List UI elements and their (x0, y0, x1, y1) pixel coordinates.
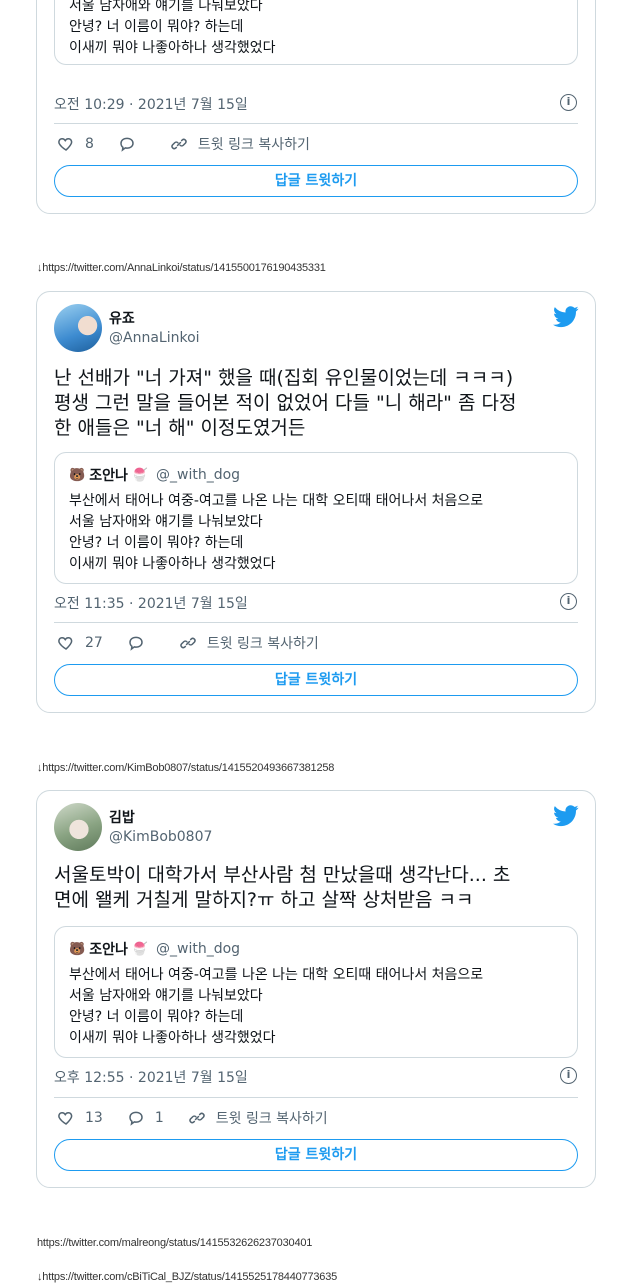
quoted-tweet-text: 부산에서 태어나 여중-여고를 나온 나는 대학 오티때 태어나서 처음으로 서… (69, 0, 276, 56)
like-button[interactable]: 8 (57, 135, 94, 153)
quoted-author-name: 조안나 (89, 468, 128, 484)
divider (54, 1097, 578, 1098)
like-count: 8 (85, 136, 94, 152)
author-name[interactable]: 유죠 (109, 308, 135, 328)
tweet-timestamp[interactable]: 오전 10:29 · 2021년 7월 15일 (54, 94, 248, 114)
reply-icon-button[interactable] (118, 135, 146, 153)
copy-link-button[interactable]: 트윗 링크 복사하기 (179, 633, 319, 653)
quoted-tweet[interactable]: 🐻 조안나 🍧 @_with_dog 부산에서 태어나 여중-여고를 나온 나는… (54, 926, 578, 1058)
quoted-author-handle: @_with_dog (156, 941, 241, 957)
bear-emoji-icon: 🐻 (69, 467, 86, 483)
shaved-ice-emoji-icon: 🍧 (131, 467, 149, 483)
author-handle[interactable]: @AnnaLinkoi (109, 330, 200, 346)
like-button[interactable]: 27 (57, 634, 103, 652)
tweet-card: 유죠 @AnnaLinkoi 난 선배가 "너 가져" 했을 때(집회 유인물이… (36, 291, 596, 713)
shaved-ice-emoji-icon: 🍧 (131, 941, 149, 957)
tweet-actions: 13 1 트윗 링크 복사하기 (57, 1108, 352, 1128)
copy-link-label: 트윗 링크 복사하기 (197, 137, 310, 153)
quoted-author-name: 조안나 (89, 942, 128, 958)
tweet-text: 서울토박이 대학가서 부산사람 첨 만났을때 생각난다... 초 면에 왤케 거… (54, 864, 511, 911)
tweet-actions: 8 트윗 링크 복사하기 (57, 134, 334, 154)
quoted-tweet[interactable]: 부산에서 태어나 여중-여고를 나온 나는 대학 오티때 태어나서 처음으로 서… (54, 0, 578, 65)
copy-link-label: 트윗 링크 복사하기 (215, 1111, 328, 1127)
info-icon[interactable]: i (560, 593, 577, 610)
source-link[interactable]: ↓https://twitter.com/KimBob0807/status/1… (37, 762, 334, 774)
tweet-actions: 27 트윗 링크 복사하기 (57, 633, 343, 653)
reply-count: 1 (154, 1110, 164, 1126)
avatar[interactable] (54, 803, 102, 851)
quoted-author-handle: @_with_dog (156, 467, 241, 483)
divider (54, 123, 578, 124)
reply-tweet-button[interactable]: 답글 트윗하기 (54, 165, 578, 197)
link-icon (189, 1112, 205, 1124)
quoted-tweet-header: 🐻 조안나 🍧 @_with_dog (69, 465, 240, 485)
avatar[interactable] (54, 304, 102, 352)
tweet-card: 김밥 @KimBob0807 서울토박이 대학가서 부산사람 첨 만났을때 생각… (36, 790, 596, 1188)
divider (54, 622, 578, 623)
copy-link-button[interactable]: 트윗 링크 복사하기 (170, 134, 310, 154)
comment-icon (129, 636, 143, 651)
copy-link-button[interactable]: 트윗 링크 복사하기 (188, 1108, 328, 1128)
author-name[interactable]: 김밥 (109, 807, 135, 827)
reply-tweet-button[interactable]: 답글 트윗하기 (54, 664, 578, 696)
info-icon[interactable]: i (560, 94, 577, 111)
link-icon (180, 637, 196, 649)
like-button[interactable]: 13 (57, 1109, 103, 1127)
comment-icon (129, 1111, 143, 1126)
source-link[interactable]: ↓https://twitter.com/cBiTiCal_BJZ/status… (37, 1271, 337, 1283)
reply-icon-button[interactable] (127, 634, 155, 652)
heart-icon (58, 137, 73, 151)
like-count: 13 (85, 1110, 103, 1126)
quoted-tweet-header: 🐻 조안나 🍧 @_with_dog (69, 939, 240, 959)
tweet-timestamp[interactable]: 오후 12:55 · 2021년 7월 15일 (54, 1067, 248, 1087)
info-icon[interactable]: i (560, 1067, 577, 1084)
link-icon (171, 138, 187, 150)
like-count: 27 (85, 635, 103, 651)
tweet-card-partial: 부산에서 태어나 여중-여고를 나온 나는 대학 오티때 태어나서 처음으로 서… (36, 0, 596, 214)
copy-link-label: 트윗 링크 복사하기 (206, 636, 319, 652)
twitter-bird-icon[interactable] (553, 805, 579, 827)
heart-icon (58, 1111, 73, 1125)
tweet-text: 난 선배가 "너 가져" 했을 때(집회 유인물이었는데 ㅋㅋㅋ) 평생 그런 … (54, 367, 517, 439)
bear-emoji-icon: 🐻 (69, 941, 86, 957)
twitter-bird-icon[interactable] (553, 306, 579, 328)
author-handle[interactable]: @KimBob0807 (109, 829, 212, 845)
heart-icon (58, 636, 73, 650)
quoted-tweet-text: 부산에서 태어나 여중-여고를 나온 나는 대학 오티때 태어나서 처음으로 서… (69, 493, 484, 572)
tweet-timestamp[interactable]: 오전 11:35 · 2021년 7월 15일 (54, 593, 248, 613)
reply-tweet-button[interactable]: 답글 트윗하기 (54, 1139, 578, 1171)
source-link[interactable]: https://twitter.com/malreong/status/1415… (37, 1237, 312, 1249)
quoted-tweet-text: 부산에서 태어나 여중-여고를 나온 나는 대학 오티때 태어나서 처음으로 서… (69, 967, 484, 1046)
quoted-tweet[interactable]: 🐻 조안나 🍧 @_with_dog 부산에서 태어나 여중-여고를 나온 나는… (54, 452, 578, 584)
comment-icon (120, 137, 134, 152)
source-link[interactable]: ↓https://twitter.com/AnnaLinkoi/status/1… (37, 262, 326, 274)
reply-icon-button[interactable]: 1 (127, 1109, 164, 1127)
